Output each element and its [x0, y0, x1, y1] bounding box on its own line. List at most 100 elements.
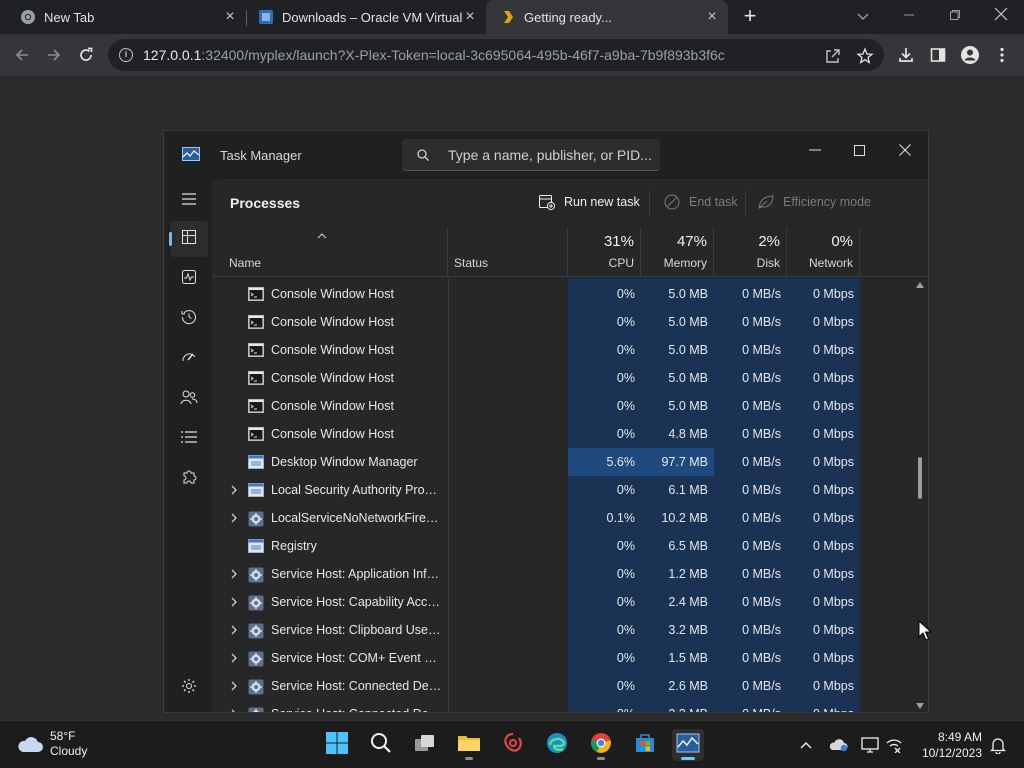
nav-services[interactable] [170, 461, 208, 497]
nav-settings[interactable] [170, 670, 208, 706]
column-header-status[interactable]: Status [448, 227, 568, 277]
memory-value: 1.5 MB [668, 651, 708, 665]
expand-chevron-icon[interactable] [230, 625, 240, 635]
column-header-network[interactable]: 0% Network [787, 227, 860, 277]
active-indicator [681, 757, 695, 760]
taskbar-search-button[interactable] [365, 729, 397, 761]
tab-search-chevron-icon[interactable] [851, 4, 875, 28]
tab-close-icon[interactable]: × [222, 9, 238, 25]
task-view-button[interactable] [409, 729, 441, 761]
side-panel-icon[interactable] [926, 43, 950, 67]
show-hidden-icons-chevron-icon[interactable] [796, 735, 816, 755]
bookmark-star-icon[interactable] [856, 47, 874, 65]
expand-chevron-icon[interactable] [230, 709, 240, 712]
table-row[interactable]: Console Window Host 0% 5.0 MB 0 MB/s 0 Mbps [212, 336, 912, 364]
display-icon[interactable] [860, 735, 880, 755]
profile-avatar-icon[interactable] [958, 43, 982, 67]
table-row[interactable]: Service Host: COM+ Event Sys... 0% 1.5 MB 0… [212, 644, 912, 672]
column-header-cpu[interactable]: 31% CPU [568, 227, 641, 277]
hamburger-menu-icon[interactable] [170, 181, 208, 217]
back-arrow-icon[interactable] [10, 43, 34, 67]
gear-icon [248, 651, 264, 667]
tm-close-icon[interactable] [890, 135, 920, 165]
download-icon[interactable] [894, 43, 918, 67]
tm-minimize-icon[interactable] [800, 135, 830, 165]
expand-chevron-icon[interactable] [230, 653, 240, 663]
windows-logo-icon [326, 731, 348, 759]
forward-arrow-icon[interactable] [42, 43, 66, 67]
table-row[interactable]: Service Host: Clipboard User S... 0% 3.2 M… [212, 616, 912, 644]
reload-icon[interactable] [74, 43, 98, 67]
nav-app-history[interactable] [170, 301, 208, 337]
end-task-button[interactable]: End task [663, 191, 738, 213]
scroll-up-arrow-icon[interactable] [916, 282, 924, 288]
table-row[interactable]: Console Window Host 0% 5.0 MB 0 MB/s 0 Mbps [212, 308, 912, 336]
table-row[interactable]: Console Window Host 0% 4.8 MB 0 MB/s 0 Mbps [212, 420, 912, 448]
column-header-memory[interactable]: 47% Memory [641, 227, 714, 277]
address-bar[interactable]: i 127.0.0.1:32400/myplex/launch?X-Plex-T… [108, 39, 884, 71]
table-row[interactable]: Console Window Host 0% 5.0 MB 0 MB/s 0 Mbps [212, 280, 912, 308]
scroll-down-arrow-icon[interactable] [916, 703, 924, 709]
task-manager-taskbar-button[interactable] [672, 729, 704, 761]
expand-chevron-icon[interactable] [230, 597, 240, 607]
new-tab-plus-icon[interactable]: + [738, 5, 762, 29]
expand-chevron-icon[interactable] [230, 485, 240, 495]
process-name: Console Window Host [271, 287, 394, 301]
table-row[interactable]: LocalServiceNoNetworkFirewall... 0.1% 10.2… [212, 504, 912, 532]
share-icon[interactable] [824, 47, 842, 65]
nav-details[interactable] [170, 421, 208, 457]
app-icon-button[interactable] [497, 729, 529, 761]
minimize-icon[interactable] [897, 4, 921, 28]
edge-browser-button[interactable] [541, 729, 573, 761]
chrome-browser-button[interactable] [585, 729, 617, 761]
weather-condition: Cloudy [50, 744, 88, 758]
table-row[interactable]: Service Host: Capability Acces... 0% 2.4 M… [212, 588, 912, 616]
file-explorer-button[interactable] [453, 729, 485, 761]
onedrive-icon[interactable] [828, 735, 848, 755]
column-label: Disk [756, 256, 780, 270]
site-info-icon[interactable]: i [119, 48, 133, 62]
tab-close-icon[interactable]: × [704, 9, 720, 25]
tab-plex[interactable]: Getting ready... × [486, 0, 728, 34]
microsoft-store-button[interactable] [629, 729, 661, 761]
table-row[interactable]: Local Security Authority Process... 0% 6.1… [212, 476, 912, 504]
kebab-menu-icon[interactable] [990, 43, 1014, 67]
nav-performance[interactable] [170, 261, 208, 297]
expand-chevron-icon[interactable] [230, 569, 240, 579]
vertical-scrollbar[interactable] [912, 278, 928, 712]
close-window-icon[interactable] [989, 4, 1013, 28]
table-row[interactable]: Console Window Host 0% 5.0 MB 0 MB/s 0 Mbps [212, 392, 912, 420]
process-name: Service Host: Application Infor... [271, 567, 443, 581]
table-row[interactable]: Service Host: Connected Devi...0%2.3 MB0… [212, 700, 912, 712]
table-row[interactable]: Service Host: Application Infor... 0% 1.2 … [212, 560, 912, 588]
nav-processes[interactable] [169, 221, 208, 257]
store-bag-icon [634, 732, 656, 759]
expand-chevron-icon[interactable] [230, 513, 240, 523]
run-new-task-button[interactable]: Run new task [538, 191, 640, 213]
nav-users[interactable] [170, 381, 208, 417]
tm-maximize-icon[interactable] [844, 135, 874, 165]
table-row[interactable]: Registry 0% 6.5 MB 0 MB/s 0 Mbps [212, 532, 912, 560]
network-disconnected-icon[interactable] [884, 735, 904, 755]
table-row[interactable]: Desktop Window Manager 5.6% 97.7 MB 0 MB/s 0… [212, 448, 912, 476]
history-clock-icon [181, 309, 197, 330]
start-button[interactable] [321, 729, 353, 761]
notification-bell-icon[interactable] [988, 735, 1008, 755]
nav-startup-apps[interactable] [170, 341, 208, 377]
efficiency-mode-button[interactable]: Efficiency mode [757, 191, 871, 213]
tab-virtualbox[interactable]: Downloads – Oracle VM VirtualBox × [238, 0, 486, 34]
search-input[interactable]: Type a name, publisher, or PID... [402, 139, 660, 171]
tab-new-tab[interactable]: New Tab × [0, 0, 246, 34]
column-header-name[interactable]: Name [212, 227, 448, 277]
task-manager-titlebar[interactable]: Task Manager Type a name, publisher, or … [164, 131, 928, 179]
column-header-disk[interactable]: 2% Disk [714, 227, 787, 277]
restore-icon[interactable] [943, 4, 967, 28]
cpu-value: 0% [616, 343, 635, 357]
table-row[interactable]: Console Window Host 0% 5.0 MB 0 MB/s 0 Mbps [212, 364, 912, 392]
table-row[interactable]: Service Host: Connected Devi... 0% 2.6 MB 0… [212, 672, 912, 700]
weather-widget[interactable]: 58°F Cloudy [16, 729, 87, 759]
tab-close-icon[interactable]: × [462, 9, 478, 25]
expand-chevron-icon[interactable] [230, 681, 240, 691]
scrollbar-thumb[interactable] [918, 456, 922, 499]
system-clock[interactable]: 8:49 AM 10/12/2023 [912, 729, 982, 761]
